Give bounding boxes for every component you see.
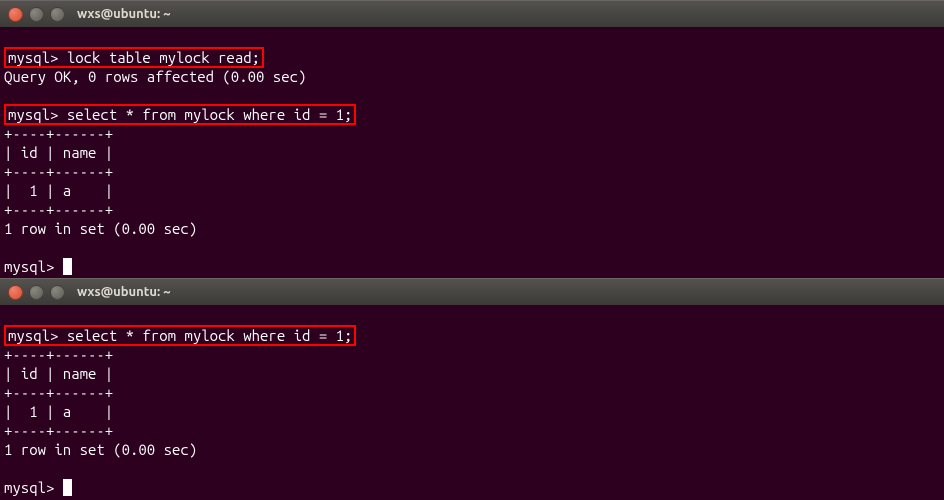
table-border: +----+------+ xyxy=(4,346,113,363)
terminal-body-1[interactable]: mysql> lock table mylock read; Query OK,… xyxy=(0,27,944,278)
mysql-prompt: mysql> xyxy=(8,49,67,66)
mysql-prompt: mysql> xyxy=(8,327,67,344)
mysql-prompt: mysql> xyxy=(8,106,67,123)
minimize-icon[interactable] xyxy=(29,285,44,300)
window-title-1: wxs@ubuntu: ~ xyxy=(77,7,171,21)
sql-command-select: select * from mylock where id = 1; xyxy=(67,327,353,344)
titlebar-1: wxs@ubuntu: ~ xyxy=(0,0,944,27)
highlight-select-command-1: mysql> select * from mylock where id = 1… xyxy=(4,104,356,125)
maximize-icon[interactable] xyxy=(50,285,65,300)
sql-command-select: select * from mylock where id = 1; xyxy=(67,106,353,123)
output-line: 1 row in set (0.00 sec) xyxy=(4,441,197,458)
maximize-icon[interactable] xyxy=(50,7,65,22)
table-row: | 1 | a | xyxy=(4,403,113,420)
table-border: +----+------+ xyxy=(4,422,113,439)
titlebar-2: wxs@ubuntu: ~ xyxy=(0,278,944,305)
table-row: | 1 | a | xyxy=(4,182,113,199)
table-border: +----+------+ xyxy=(4,125,113,142)
window-title-2: wxs@ubuntu: ~ xyxy=(77,285,171,299)
table-border: +----+------+ xyxy=(4,384,113,401)
mysql-prompt: mysql> xyxy=(4,258,63,275)
output-line: Query OK, 0 rows affected (0.00 sec) xyxy=(4,68,306,85)
terminal-window-1: wxs@ubuntu: ~ mysql> lock table mylock r… xyxy=(0,0,944,278)
terminal-body-2[interactable]: mysql> select * from mylock where id = 1… xyxy=(0,305,944,499)
cursor-icon xyxy=(63,258,72,275)
table-header: | id | name | xyxy=(4,144,113,161)
close-icon[interactable] xyxy=(8,7,23,22)
output-line: 1 row in set (0.00 sec) xyxy=(4,220,197,237)
table-border: +----+------+ xyxy=(4,201,113,218)
sql-command-lock: lock table mylock read; xyxy=(67,49,260,66)
cursor-icon xyxy=(63,479,72,496)
highlight-select-command-2: mysql> select * from mylock where id = 1… xyxy=(4,325,356,346)
highlight-lock-command: mysql> lock table mylock read; xyxy=(4,47,264,68)
table-border: +----+------+ xyxy=(4,163,113,180)
table-header: | id | name | xyxy=(4,365,113,382)
terminal-window-2: wxs@ubuntu: ~ mysql> select * from myloc… xyxy=(0,278,944,499)
close-icon[interactable] xyxy=(8,285,23,300)
mysql-prompt: mysql> xyxy=(4,479,63,496)
minimize-icon[interactable] xyxy=(29,7,44,22)
